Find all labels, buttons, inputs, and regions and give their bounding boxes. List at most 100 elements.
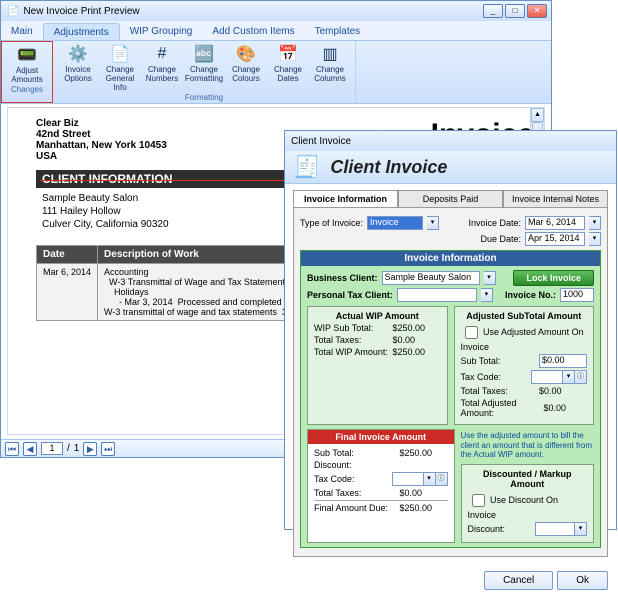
company-name: Clear Biz <box>36 118 167 129</box>
cell-date: Mar 6, 2014 <box>37 264 98 321</box>
final-taxes-label: Total Taxes: <box>314 488 361 498</box>
due-date-label: Due Date: <box>480 234 521 244</box>
use-discount-checkbox[interactable] <box>472 494 485 507</box>
change-colours-button[interactable]: 🎨Change Colours <box>227 43 265 92</box>
due-date-input[interactable]: Apr 15, 2014 <box>525 232 585 246</box>
change-columns-button[interactable]: ▥Change Columns <box>311 43 349 92</box>
info-icon[interactable]: ⓘ <box>436 472 448 486</box>
adjusted-note: Use the adjusted amount to bill the clie… <box>461 431 595 460</box>
final-taxes-value: $0.00 <box>400 488 448 498</box>
ribbon-group-formatting: ⚙️Invoice Options 📄Change General Info #… <box>53 41 356 103</box>
discount-label: Discount: <box>468 524 506 534</box>
min-button[interactable]: _ <box>483 4 503 18</box>
dropdown-icon[interactable]: ▾ <box>481 288 493 302</box>
wip-sub-label: WIP Sub Total: <box>314 323 373 333</box>
dropdown-icon[interactable]: ▾ <box>563 370 575 384</box>
company-block: Clear Biz 42nd Street Manhattan, New Yor… <box>36 118 167 162</box>
discount-title: Discounted / Markup Amount <box>468 469 588 489</box>
type-select[interactable]: Invoice <box>367 216 423 230</box>
adjusted-title: Adjusted SubTotal Amount <box>461 311 588 321</box>
close-button[interactable]: ✕ <box>527 4 547 18</box>
change-formatting-button[interactable]: 🔤Change Formatting <box>185 43 223 92</box>
info-icon[interactable]: ⓘ <box>575 370 587 384</box>
adj-total-value: $0.00 <box>544 403 588 413</box>
final-sub-label: Sub Total: <box>314 448 354 458</box>
cancel-button[interactable]: Cancel <box>484 571 553 590</box>
dropdown-icon[interactable]: ▾ <box>589 216 601 230</box>
invoice-caption: Client Invoice <box>291 136 351 147</box>
work-table: DateDescription of Work Mar 6, 2014 Acco… <box>36 245 318 321</box>
adj-sub-input[interactable]: $0.00 <box>539 354 587 368</box>
first-page-button[interactable]: ⏮ <box>5 442 19 456</box>
invoice-tabs: Invoice Information Deposits Paid Invoic… <box>293 190 608 208</box>
dropdown-icon[interactable]: ▾ <box>575 522 587 536</box>
dropdown-icon[interactable]: ▾ <box>427 216 439 230</box>
final-amount-label: Final Amount Due: <box>314 503 388 513</box>
change-general-button[interactable]: 📄Change General Info <box>101 43 139 92</box>
tab-custom-items[interactable]: Add Custom Items <box>202 23 304 40</box>
business-client-select[interactable]: Sample Beauty Salon <box>382 271 480 285</box>
company-city: Manhattan, New York 10453 <box>36 140 167 151</box>
invoice-no-label: Invoice No.: <box>505 290 556 300</box>
personal-client-select[interactable] <box>397 288 477 302</box>
use-adjusted-checkbox[interactable] <box>465 326 478 339</box>
preview-title: New Invoice Print Preview <box>23 6 139 17</box>
dropdown-icon[interactable]: ▾ <box>484 271 496 285</box>
invoice-big-title: Client Invoice <box>330 157 447 178</box>
adj-taxcode-select[interactable] <box>531 370 563 384</box>
final-title-bar: Final Invoice Amount <box>308 430 454 444</box>
adj-sub-label: Sub Total: <box>461 356 501 366</box>
final-sub-value: $250.00 <box>400 448 448 458</box>
col-date: Date <box>37 246 98 264</box>
annotation-line <box>40 180 284 181</box>
discount-input[interactable] <box>535 522 575 536</box>
tab-templates[interactable]: Templates <box>305 23 371 40</box>
lock-invoice-button[interactable]: Lock Invoice <box>513 270 594 286</box>
adj-taxcode-label: Tax Code: <box>461 372 502 382</box>
actual-wip-title: Actual WIP Amount <box>314 311 441 321</box>
tab-main[interactable]: Main <box>1 23 43 40</box>
company-street: 42nd Street <box>36 129 167 140</box>
adj-taxes-label: Total Taxes: <box>461 386 508 396</box>
invoice-titlebar: Client Invoice <box>285 131 616 151</box>
invoice-date-label: Invoice Date: <box>468 218 521 228</box>
general-icon: 📄 <box>109 43 131 65</box>
final-invoice-box: Final Invoice Amount Sub Total: $250.00 D… <box>307 429 455 543</box>
tab-deposits-paid[interactable]: Deposits Paid <box>398 190 503 207</box>
adjusted-box: Adjusted SubTotal Amount Use Adjusted Am… <box>454 306 595 425</box>
dropdown-icon[interactable]: ▾ <box>589 232 601 246</box>
tab-wip-grouping[interactable]: WIP Grouping <box>120 23 203 40</box>
change-dates-button[interactable]: 📅Change Dates <box>269 43 307 92</box>
type-label: Type of Invoice: <box>300 218 363 228</box>
tab-invoice-info[interactable]: Invoice Information <box>293 190 398 207</box>
tab-adjustments[interactable]: Adjustments <box>43 23 120 40</box>
app-icon: 📄 <box>7 6 19 17</box>
invoice-info-bar: Invoice Information <box>301 251 600 266</box>
columns-icon: ▥ <box>319 43 341 65</box>
ok-button[interactable]: Ok <box>557 571 608 590</box>
prev-page-button[interactable]: ◀ <box>23 442 37 456</box>
invoice-panel: Type of Invoice: Invoice▾ Invoice Date: … <box>293 208 608 557</box>
final-taxcode-select[interactable] <box>392 472 424 486</box>
colours-icon: 🎨 <box>235 43 257 65</box>
final-taxcode-label: Tax Code: <box>314 474 355 484</box>
invoice-date-input[interactable]: Mar 6, 2014 <box>525 216 585 230</box>
change-numbers-button[interactable]: #Change Numbers <box>143 43 181 92</box>
invoice-no-input[interactable]: 1000 <box>560 288 594 302</box>
use-adjusted-label: Use Adjusted Amount On Invoice <box>461 327 584 352</box>
cash-register-icon: 🧾 <box>293 154 320 180</box>
final-discount-label: Discount: <box>314 460 352 470</box>
wip-total-value: $250.00 <box>393 347 441 357</box>
client-invoice-window: Client Invoice 🧾 Client Invoice Invoice … <box>284 130 617 530</box>
last-page-button[interactable]: ⏭ <box>101 442 115 456</box>
dropdown-icon[interactable]: ▾ <box>424 472 436 486</box>
tab-internal-notes[interactable]: Invoice Internal Notes <box>503 190 608 207</box>
next-page-button[interactable]: ▶ <box>83 442 97 456</box>
wip-total-label: Total WIP Amount: <box>314 347 388 357</box>
max-button[interactable]: □ <box>505 4 525 18</box>
invoice-options-button[interactable]: ⚙️Invoice Options <box>59 43 97 92</box>
page-input[interactable]: 1 <box>41 442 63 455</box>
adjust-amounts-button[interactable]: 📟Adjust Amounts <box>8 44 46 84</box>
scroll-up-icon[interactable]: ▲ <box>531 108 544 122</box>
ribbon-tabs: Main Adjustments WIP Grouping Add Custom… <box>1 21 551 41</box>
